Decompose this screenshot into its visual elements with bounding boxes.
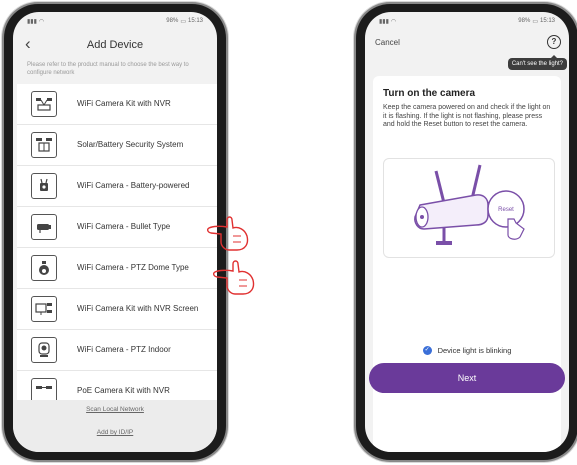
device-item-solar-battery[interactable]: Solar/Battery Security System: [17, 125, 217, 166]
device-item-label: WiFi Camera - Bullet Type: [77, 222, 171, 231]
light-blinking-row[interactable]: ✓ Device light is blinking: [365, 346, 569, 355]
turn-on-camera-screen: ▮▮▮ ◠ 98% ▭ 15:13 Cancel ? Can't see the…: [365, 12, 569, 452]
device-item-nvr-screen[interactable]: WiFi Camera Kit with NVR Screen: [17, 289, 217, 330]
bullet-camera-icon: [31, 214, 57, 240]
solar-system-icon: [31, 132, 57, 158]
battery-percent: 98%: [166, 18, 179, 24]
clock: 15:13: [539, 18, 555, 24]
instruction-text: Keep the camera powered on and check if …: [383, 104, 551, 129]
device-item-ptz-indoor[interactable]: WiFi Camera - PTZ Indoor: [17, 330, 217, 371]
bottom-links: Scan Local Network Add by ID/IP: [13, 400, 217, 452]
camera-illustration: Reset: [383, 158, 555, 258]
checkbox-checked-icon[interactable]: ✓: [422, 346, 432, 355]
cant-see-light-tooltip[interactable]: Can't see the light?: [507, 55, 567, 70]
indoor-camera-icon: [31, 337, 57, 363]
battery-icon: ▭: [532, 18, 538, 25]
pointing-hand-icon: [213, 260, 255, 295]
nav-bar: Cancel ?: [365, 32, 569, 54]
help-icon[interactable]: ?: [547, 35, 561, 49]
chevron-left-icon[interactable]: ‹: [25, 34, 31, 54]
nvr-screen-icon: [31, 296, 57, 322]
device-item-bullet-camera[interactable]: WiFi Camera - Bullet Type: [17, 207, 217, 248]
device-item-label: WiFi Camera - PTZ Indoor: [77, 345, 171, 354]
camera-reset-illustration: Reset: [414, 164, 525, 245]
battery-camera-icon: [31, 173, 57, 199]
cancel-button[interactable]: Cancel: [375, 38, 400, 47]
status-bar: ▮▮▮ ◠ 98% ▭ 15:13: [13, 12, 217, 30]
device-item-nvr-kit[interactable]: WiFi Camera Kit with NVR: [17, 84, 217, 125]
signal-icon: ▮▮▮: [379, 18, 389, 25]
signal-icon: ▮▮▮: [27, 18, 37, 25]
add-device-screen: ▮▮▮ ◠ 98% ▭ 15:13 ‹ Add Device Please re…: [13, 12, 217, 452]
device-item-label: WiFi Camera - PTZ Dome Type: [77, 263, 189, 272]
status-bar: ▮▮▮ ◠ 98% ▭ 15:13: [365, 12, 569, 30]
phone-frame-left: ▮▮▮ ◠ 98% ▭ 15:13 ‹ Add Device Please re…: [4, 4, 226, 460]
device-item-label: WiFi Camera - Battery-powered: [77, 181, 190, 190]
device-item-label: PoE Camera Kit with NVR: [77, 386, 170, 395]
device-item-battery-camera[interactable]: WiFi Camera - Battery-powered: [17, 166, 217, 207]
nav-bar: ‹ Add Device: [13, 32, 217, 58]
instruction-card: Turn on the camera Keep the camera power…: [373, 76, 561, 452]
phone-frame-right: ▮▮▮ ◠ 98% ▭ 15:13 Cancel ? Can't see the…: [356, 4, 577, 460]
hint-text: Please refer to the product manual to ch…: [27, 62, 189, 76]
next-button[interactable]: Next: [369, 363, 565, 393]
nvr-kit-icon: [31, 91, 57, 117]
reset-label: Reset: [498, 207, 514, 213]
device-item-label: Solar/Battery Security System: [77, 140, 184, 149]
device-item-label: WiFi Camera Kit with NVR: [77, 99, 171, 108]
battery-icon: ▭: [180, 18, 186, 25]
pointing-hand-icon: [207, 216, 249, 251]
page-title: Add Device: [86, 39, 144, 51]
wifi-icon: ◠: [38, 18, 45, 25]
dome-camera-icon: [31, 255, 57, 281]
clock: 15:13: [187, 18, 203, 24]
wifi-icon: ◠: [390, 18, 397, 25]
device-item-label: WiFi Camera Kit with NVR Screen: [77, 304, 199, 313]
instruction-heading: Turn on the camera: [383, 88, 476, 99]
device-item-dome-camera[interactable]: WiFi Camera - PTZ Dome Type: [17, 248, 217, 289]
device-type-list: WiFi Camera Kit with NVR Solar/Battery S…: [17, 84, 217, 412]
add-by-id-link[interactable]: Add by ID/IP: [13, 429, 217, 436]
battery-percent: 98%: [518, 18, 531, 24]
scan-local-network-link[interactable]: Scan Local Network: [13, 406, 217, 413]
checkbox-label: Device light is blinking: [437, 346, 512, 355]
